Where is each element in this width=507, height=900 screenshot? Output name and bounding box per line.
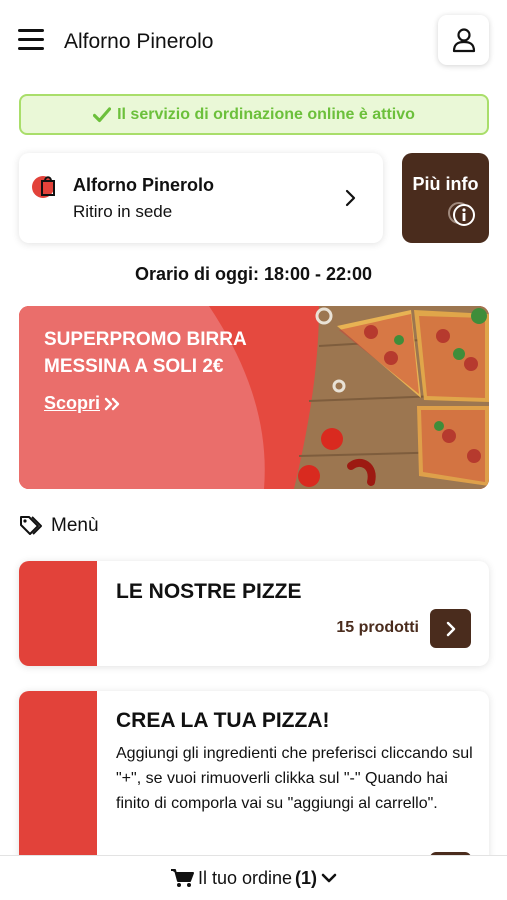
more-info-label: Più info: [412, 174, 479, 194]
promo-link-label: Scopri: [44, 393, 101, 413]
store-name: Alforno Pinerolo: [73, 175, 214, 195]
store-mode: Ritiro in sede: [73, 202, 173, 221]
more-info-button[interactable]: Più info: [402, 153, 489, 243]
category-open-button[interactable]: [430, 609, 471, 648]
menu-heading-label: Menù: [51, 515, 99, 536]
cart-icon: [170, 868, 194, 888]
category-title: LE NOSTRE PIZZE: [116, 580, 302, 603]
order-summary-bar[interactable]: Il tuo ordine (1): [0, 855, 507, 900]
promo-discover-link[interactable]: Scopri: [44, 393, 122, 414]
tag-icon: [19, 515, 45, 537]
status-text: Il servizio di ordinazione online è atti…: [117, 105, 415, 123]
page-title: Alforno Pinerolo: [64, 30, 214, 53]
chevron-down-icon: [321, 872, 337, 884]
hamburger-icon[interactable]: [18, 29, 44, 51]
promo-banner[interactable]: SUPERPROMO BIRRA MESSINA A SOLI 2€ Scopr…: [19, 306, 489, 489]
chevron-right-icon: [446, 621, 455, 636]
info-icon: [448, 202, 475, 226]
store-selector[interactable]: Alforno Pinerolo Ritiro in sede: [19, 153, 383, 243]
category-card-pizze[interactable]: LE NOSTRE PIZZE 15 prodotti: [19, 561, 489, 666]
category-color-stripe: [19, 561, 97, 666]
order-label: Il tuo ordine: [197, 867, 293, 888]
app-header: Alforno Pinerolo: [0, 0, 507, 84]
status-banner: Il servizio di ordinazione online è atti…: [19, 94, 489, 135]
chevron-right-icon: [345, 189, 356, 207]
menu-heading: Menù: [19, 515, 99, 537]
user-account-button[interactable]: [438, 15, 489, 65]
check-icon: [93, 106, 112, 123]
order-count: (1): [295, 867, 318, 888]
user-icon: [452, 28, 475, 53]
double-chevron-right-icon: [104, 397, 120, 410]
category-product-count: 15 prodotti: [336, 619, 419, 636]
opening-hours: Orario di oggi: 18:00 - 22:00: [134, 264, 373, 284]
shopping-bag-icon: [32, 176, 55, 198]
promo-title: SUPERPROMO BIRRA MESSINA A SOLI 2€: [44, 329, 246, 377]
category-description: Aggiungi gli ingredienti che preferisci …: [116, 745, 473, 812]
category-title: CREA LA TUA PIZZA!: [116, 709, 330, 732]
